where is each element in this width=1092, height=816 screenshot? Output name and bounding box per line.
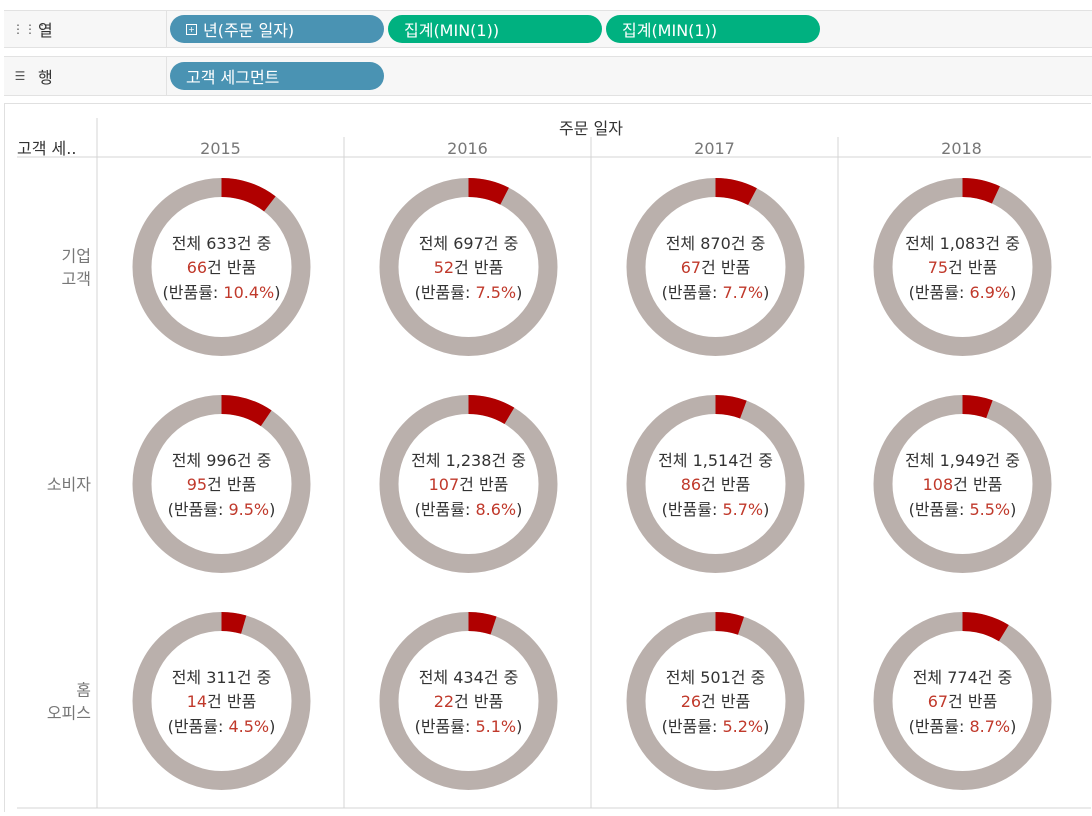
pill-agg-min-1-label: 집계(MIN(1)) [404, 21, 500, 40]
donut-label-returns: 108건 반품 [923, 475, 1003, 494]
viz-area: 주문 일자고객 세.. 2015 2016 2017 2018 기업고객 전체 633건 중… [4, 103, 1091, 812]
donut-label-returns: 67건 반품 [928, 692, 998, 711]
donut-label-total: 전체 633건 중 [172, 234, 272, 253]
rows-shelf-label: ☰ 행 [4, 57, 167, 95]
columns-icon: ⋮⋮⋮ [12, 22, 48, 36]
donut-label-rate: (반품률: 5.1%) [415, 717, 523, 736]
donut-label-rate: (반품률: 5.2%) [662, 717, 770, 736]
pill-agg-min-2[interactable]: 집계(MIN(1)) [606, 15, 820, 43]
row-label: 고객 [62, 270, 91, 289]
donut-grid-chart: 주문 일자고객 세.. 2015 2016 2017 2018 기업고객 전체 633건 중… [17, 118, 1091, 809]
columns-shelf-label: ⋮⋮⋮ 열 [4, 11, 167, 47]
donut-label-returns: 75건 반품 [928, 258, 998, 277]
pill-order-year-label: 년(주문 일자) [203, 21, 295, 40]
donut-label-returns: 95건 반품 [187, 475, 257, 494]
column-header-title: 주문 일자 [559, 119, 623, 138]
donut-label-returns: 22건 반품 [434, 692, 504, 711]
donut-label-returns: 52건 반품 [434, 258, 504, 277]
columns-shelf-title: 열 [38, 21, 53, 40]
donut-label-total: 전체 311건 중 [172, 668, 272, 687]
pill-customer-segment-label: 고객 세그먼트 [186, 68, 280, 87]
column-label: 2015 [200, 139, 241, 158]
donut-label-total: 전체 697건 중 [419, 234, 519, 253]
donut-label-rate: (반품률: 10.4%) [163, 283, 281, 302]
donut-label-total: 전체 870건 중 [666, 234, 766, 253]
donut-label-total: 전체 434건 중 [419, 668, 519, 687]
donut-label-total: 전체 1,083건 중 [905, 234, 1020, 253]
row-header-title: 고객 세.. [17, 139, 76, 158]
donut-label-returns: 86건 반품 [681, 475, 751, 494]
donut-label-returns: 66건 반품 [187, 258, 257, 277]
donut-label-rate: (반품률: 4.5%) [168, 717, 276, 736]
donut-label-total: 전체 501건 중 [666, 668, 766, 687]
row-label: 오피스 [47, 704, 91, 723]
row-label: 소비자 [47, 475, 91, 494]
rows-shelf-title: 행 [38, 68, 53, 87]
column-label: 2017 [694, 139, 735, 158]
donut-label-rate: (반품률: 5.5%) [909, 500, 1017, 519]
pill-agg-min-2-label: 집계(MIN(1)) [622, 21, 718, 40]
donut-label-rate: (반품률: 7.5%) [415, 283, 523, 302]
donut-label-total: 전체 774건 중 [913, 668, 1013, 687]
donut-label-rate: (반품률: 8.7%) [909, 717, 1017, 736]
column-label: 2018 [941, 139, 982, 158]
donut-label-returns: 26건 반품 [681, 692, 751, 711]
rows-shelf: ☰ 행 고객 세그먼트 [4, 56, 1092, 96]
donut-label-rate: (반품률: 7.7%) [662, 283, 770, 302]
pill-agg-min-1[interactable]: 집계(MIN(1)) [388, 15, 602, 43]
donut-label-total: 전체 1,514건 중 [658, 451, 773, 470]
row-label: 홈 [76, 681, 91, 700]
donut-label-rate: (반품률: 5.7%) [662, 500, 770, 519]
donut-label-rate: (반품률: 9.5%) [168, 500, 276, 519]
donut-label-returns: 14건 반품 [187, 692, 257, 711]
columns-shelf: ⋮⋮⋮ 열 + 년(주문 일자) 집계(MIN(1)) 집계(MIN(1)) [4, 10, 1092, 48]
pill-customer-segment[interactable]: 고객 세그먼트 [170, 62, 384, 90]
column-label: 2016 [447, 139, 488, 158]
donut-label-returns: 107건 반품 [429, 475, 509, 494]
row-label: 기업 [62, 247, 91, 266]
donut-label-rate: (반품률: 6.9%) [909, 283, 1017, 302]
pill-order-year[interactable]: + 년(주문 일자) [170, 15, 384, 43]
donut-label-returns: 67건 반품 [681, 258, 751, 277]
donut-label-total: 전체 1,238건 중 [411, 451, 526, 470]
expand-plus-icon[interactable]: + [186, 23, 197, 35]
donut-label-total: 전체 1,949건 중 [905, 451, 1020, 470]
rows-icon: ☰ [14, 69, 26, 83]
donut-label-rate: (반품률: 8.6%) [415, 500, 523, 519]
donut-label-total: 전체 996건 중 [172, 451, 272, 470]
